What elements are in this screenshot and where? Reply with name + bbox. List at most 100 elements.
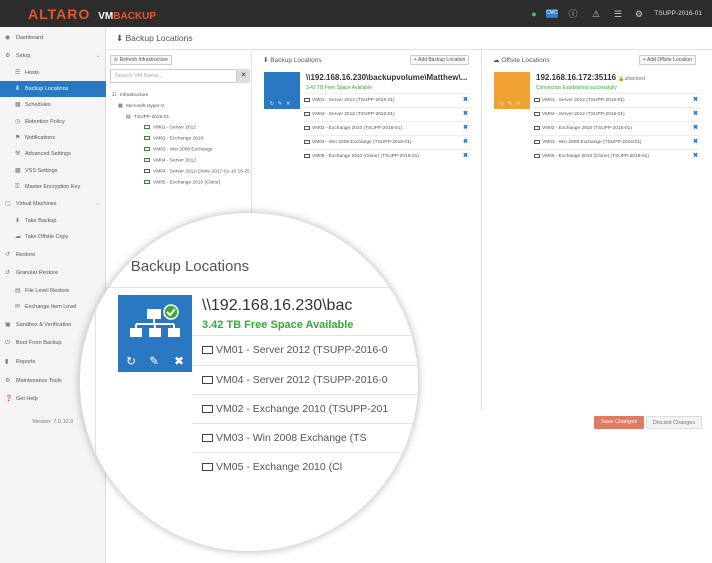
divider [95,287,418,288]
list-item: VM05 - Exchange 2010 (Cl [192,452,418,481]
magnified-location-title: \\192.168.16.230\bac [202,297,353,314]
box-icon: ▣ [5,322,11,328]
refresh-icon[interactable]: ↻ [500,101,508,107]
tree-node-vm[interactable]: VM05 - Exchange 2010 (Clone) [144,180,220,185]
clear-search-button[interactable]: ✕ [237,69,250,83]
monitor-icon [304,111,310,116]
dashboard-icon: ◉ [5,35,11,41]
add-offsite-location-button[interactable]: + Add Offsite Location [639,55,696,65]
warning-icon[interactable]: ⚠ [590,8,602,20]
monitor-icon [202,463,213,472]
remove-icon[interactable]: ✖ [693,150,698,163]
list-item: VM05 - Exchange 2010 (Clone) (TSUPP-2016… [534,149,700,162]
svg-text:✎: ✎ [149,354,159,368]
remove-icon[interactable]: ✕ [516,101,524,107]
sidebar-item-master-encryption-key[interactable]: ⚿ Master Encryption Key [0,179,106,195]
sidebar-item-virtual-machines[interactable]: ▢ Virtual Machines ⌄ [0,196,106,212]
tree-node-hyperv[interactable]: ▦ Microsoft Hyper-V [118,103,164,109]
remove-icon[interactable]: ✕ [286,101,294,107]
list-icon: ☰ [15,70,21,76]
remove-icon[interactable]: ✖ [463,136,468,149]
gears-icon[interactable]: ⚙ [633,8,645,20]
cmc-badge[interactable]: CMC [546,9,558,18]
remove-icon[interactable]: ✖ [463,150,468,163]
monitor-icon [304,153,310,158]
gear-icon: ⚙ [5,378,11,384]
tree-node-host[interactable]: ▤ TSUPP-2016-01 [126,114,169,120]
clock-icon: ◷ [15,119,21,125]
chevron-down-icon: ⌄ [95,201,100,207]
info-icon[interactable]: ⓘ [567,8,579,20]
search-vm-input[interactable]: Search VM Name... [110,69,237,83]
tree-node-vm[interactable]: VM01 - Server 2012 [144,125,196,130]
refresh-icon[interactable]: ↻ [270,101,278,107]
sidebar-item-dashboard[interactable]: ◉ Dashboard [0,30,106,46]
monitor-icon [202,346,213,355]
sidebar-item-backup-locations[interactable]: ⬇ Backup Locations [0,81,106,97]
tree-node-vm[interactable]: VM04 - Server 2012-Clone-2017-01-10 16-2… [144,169,250,174]
monitor-icon [202,434,213,443]
list-item: VM01 - Server 2012 (TSUPP-2016-01) ✖ [304,93,470,106]
backup-location-title: \\192.168.16.230\backupvolume\Matthew\..… [306,73,468,82]
download-icon: ⬇ [15,218,21,224]
offsite-location-title: 192.168.16.172:35116 🔒altarotest [536,73,646,82]
tree-node-infrastructure[interactable]: ☷ Infrastructure [112,92,148,98]
svg-text:✖: ✖ [174,354,184,368]
offsite-locations-column: ☁ Offsite Locations + Add Offsite Locati… [484,50,708,410]
notifications-icon[interactable]: ☰ [612,8,624,20]
sidebar-item-retention-policy[interactable]: ◷ Retention Policy [0,114,106,130]
network-check-icon: ↻ ✎ ✖ [126,304,184,368]
monitor-icon [534,97,540,102]
help-icon: ❓ [5,396,13,402]
remove-icon[interactable]: ✖ [463,122,468,135]
remove-icon[interactable]: ✖ [463,108,468,121]
remove-icon[interactable]: ✖ [693,108,698,121]
remove-icon[interactable]: ✖ [693,136,698,149]
sidebar-item-schedules[interactable]: ▦ Schedules [0,97,106,113]
monitor-icon [534,139,540,144]
remove-icon[interactable]: ✖ [693,122,698,135]
list-item: VM02 - Exchange 2010 (TSUPP-201 [192,394,418,423]
download-icon: ⬇ [15,86,21,92]
list-item: VM01 - Server 2012 (TSUPP-2016-0 [192,335,418,364]
backup-location-tile[interactable]: ↻✎✕ [264,72,300,109]
monitor-icon [534,111,540,116]
network-icon: ☷ [112,92,117,98]
sidebar-item-vss-settings[interactable]: ▩ VSS Settings [0,163,106,179]
list-item: VM03 - Win 2008 Exchange (TS [192,423,418,452]
remove-icon[interactable]: ✖ [693,94,698,107]
chart-icon: ▮ [5,359,9,365]
vm-icon [144,125,150,129]
wrench-icon: ⚒ [15,151,21,157]
windows-icon: ▦ [118,103,123,109]
tree-node-vm[interactable]: VM02 - Exchange 2010 [144,136,203,141]
chat-icon[interactable]: ● [528,8,540,20]
edit-icon[interactable]: ✎ [508,101,516,107]
edit-icon[interactable]: ✎ [278,101,286,107]
magnified-location-status: 3.42 TB Free Space Available [202,319,354,331]
sidebar-item-notifications[interactable]: ⚑ Notifications [0,130,106,146]
download-icon: ⬇ [114,258,131,275]
tree-node-vm[interactable]: VM03 - Win 2008 Exchange [144,147,213,152]
monitor-icon [202,405,213,414]
monitor-icon [304,125,310,130]
restore-icon: ↺ [5,252,11,258]
discard-changes-button[interactable]: Discard Changes [646,416,702,429]
sidebar-item-hosts[interactable]: ☰ Hosts [0,65,106,81]
remove-icon[interactable]: ✖ [463,94,468,107]
page-header: ⬇ Backup Locations [106,27,712,50]
list-item: VM03 - Win 2008 Exchange (TSUPP-2016-01)… [304,135,470,148]
refresh-infrastructure-button[interactable]: ↻ Refresh Infrastructure [110,55,172,65]
host-label[interactable]: TSUPP-2016-01 [654,10,702,17]
add-backup-location-button[interactable]: + Add Backup Location [410,55,470,65]
offsite-location-status: Connection Established successfully [536,85,617,91]
vm-icon [144,147,150,151]
offsite-location-tile[interactable]: ↻✎✕ [494,72,530,109]
sidebar-item-setup[interactable]: ⚙ Setup ⌄ [0,48,106,64]
cloud-icon: ☁ [15,234,21,240]
save-changes-button[interactable]: Save Changes [594,416,644,429]
list-item: VM04 - Server 2012 (TSUPP-2016-01) ✖ [304,107,470,120]
sidebar-item-advanced-settings[interactable]: ⚒ Advanced Settings [0,146,106,162]
vm-icon [144,180,150,184]
tree-node-vm[interactable]: VM04 - Server 2012 [144,158,196,163]
